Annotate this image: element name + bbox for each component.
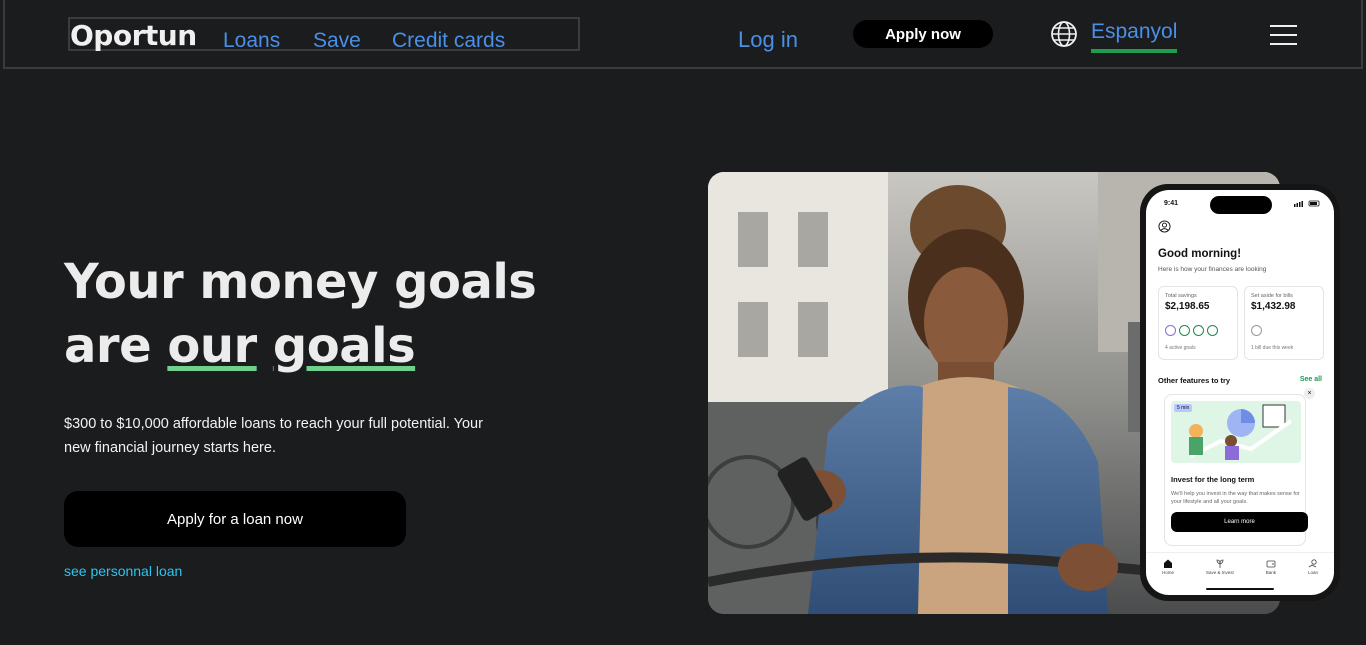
loan-icon (1308, 559, 1317, 568)
hero-subtitle: $300 to $10,000 affordable loans to reac… (64, 416, 483, 456)
card-label: Total savings (1165, 293, 1197, 299)
menu-line (1270, 43, 1297, 45)
card-foot: 4 active goals (1165, 345, 1196, 351)
nav-loans-link[interactable]: Loans (223, 29, 280, 53)
bill-icons (1251, 325, 1262, 336)
card-foot: 1 bill due this week (1251, 345, 1294, 351)
headline-our-highlight: our (167, 318, 257, 374)
status-time: 9:41 (1164, 200, 1179, 207)
feature-description: We'll help you invest in the way that ma… (1171, 491, 1300, 505)
login-link[interactable]: Log in (738, 27, 798, 53)
goal-icon (1193, 325, 1204, 336)
tab-home[interactable]: Home (1162, 559, 1174, 582)
see-all-link[interactable]: See all (1300, 376, 1322, 383)
phone-mockup: 9:41 Good morning! Here is how your fina… (1140, 184, 1340, 601)
nav-save-link[interactable]: Save (313, 29, 361, 53)
goal-icon (1179, 325, 1190, 336)
features-heading: Other features to try (1158, 376, 1231, 385)
greeting-heading: Good morning! (1158, 248, 1242, 260)
card-label: Set aside for bills (1251, 293, 1293, 299)
tab-loan[interactable]: Loan (1308, 559, 1318, 582)
tab-label: Loan (1307, 570, 1318, 575)
invest-feature-card[interactable]: 5 min Invest for the long term We'll hel… (1164, 394, 1308, 546)
see-personal-loan-link[interactable]: see personnal loan (64, 563, 182, 579)
feature-title: Invest for the long term (1171, 475, 1255, 484)
profile-icon[interactable] (1158, 220, 1171, 233)
bill-icon (1251, 325, 1262, 336)
nav-credit-cards-link[interactable]: Credit cards (392, 29, 505, 53)
card-value: $1,432.98 (1251, 301, 1296, 312)
goal-icon (1165, 325, 1176, 336)
goal-icons (1165, 325, 1218, 336)
tab-save-invest[interactable]: Save & Invest (1206, 559, 1234, 582)
tab-label: Bank (1265, 570, 1276, 575)
total-savings-card[interactable]: Total savings $2,198.65 4 active goals (1158, 286, 1238, 360)
close-icon[interactable]: × (1304, 388, 1315, 399)
hero-headline: Your money goals are our goals (64, 250, 624, 378)
tab-label: Home (1161, 570, 1174, 575)
apply-now-button[interactable]: Apply now (853, 20, 993, 48)
goal-icon (1207, 325, 1218, 336)
oportun-logo[interactable]: Oportun (70, 19, 197, 52)
menu-line (1270, 34, 1297, 36)
headline-goals-highlight: goals (272, 318, 416, 374)
wallet-icon (1266, 560, 1276, 568)
status-icons (1294, 200, 1320, 209)
plant-icon (1216, 559, 1224, 568)
language-toggle-link[interactable]: Espanyol (1091, 20, 1178, 53)
tab-bank[interactable]: Bank (1266, 559, 1276, 582)
apply-for-loan-button[interactable]: Apply for a loan now (64, 491, 406, 547)
bills-card[interactable]: Set aside for bills $1,432.98 1 bill due… (1244, 286, 1324, 360)
home-indicator (1206, 588, 1274, 590)
phone-screen: 9:41 Good morning! Here is how your fina… (1146, 190, 1334, 595)
invest-illustration: 5 min (1171, 401, 1301, 463)
globe-icon[interactable] (1050, 20, 1078, 48)
greeting-subtext: Here is how your finances are looking (1158, 266, 1267, 273)
card-value: $2,198.65 (1165, 301, 1210, 312)
menu-line (1270, 25, 1297, 27)
dynamic-island (1210, 196, 1272, 214)
tab-label: Save & Invest (1205, 570, 1234, 575)
battery-signal-icon (1294, 200, 1320, 207)
duration-badge: 5 min (1174, 404, 1193, 412)
home-icon (1163, 559, 1172, 568)
learn-more-button[interactable]: Learn more (1171, 512, 1308, 532)
phone-tab-bar: Home Save & Invest Bank Loan (1146, 552, 1334, 582)
hamburger-menu-icon[interactable] (1270, 25, 1297, 45)
headline-are: are (64, 318, 152, 374)
headline-line1: Your money goals (64, 254, 537, 310)
